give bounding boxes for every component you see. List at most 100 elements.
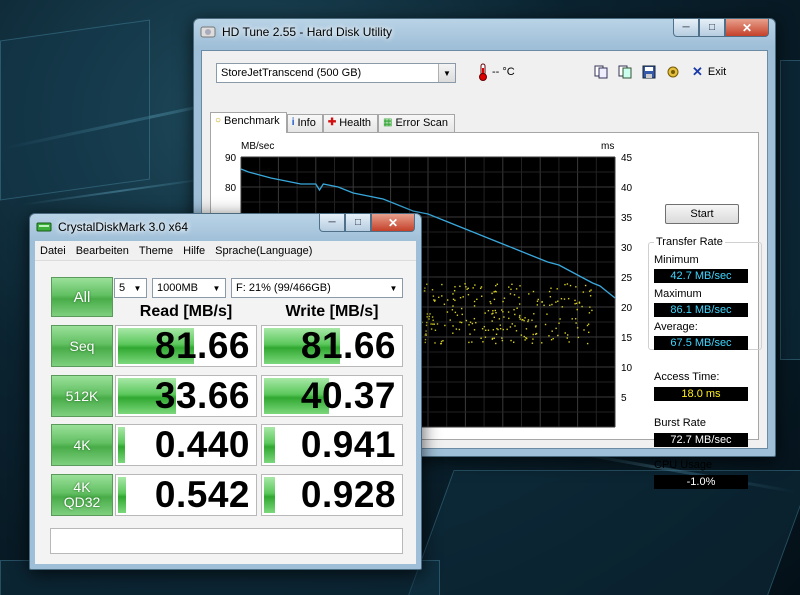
menu-theme[interactable]: Theme [134,245,178,257]
access-time-dot [525,328,528,330]
menu-bearbeiten[interactable]: Bearbeiten [71,245,134,257]
options-icon[interactable] [664,63,682,81]
drive-select[interactable]: F: 21% (99/466GB) ▼ [231,278,403,298]
access-time-dot [495,284,497,287]
tab-health-label: Health [339,117,372,129]
access-time-dot [452,298,455,301]
access-time-dot [476,298,478,301]
access-time-dot [514,313,516,316]
test-button-2[interactable]: 4K [51,424,113,466]
tab-benchmark[interactable]: ○ Benchmark [210,112,287,133]
access-time-dot [485,329,487,332]
access-time-dot [566,283,569,285]
y-left-unit: MB/sec [241,141,274,152]
read-result-cell: 33.66 [115,375,257,417]
read-result-cell: 81.66 [115,325,257,367]
test-button-0[interactable]: Seq [51,325,113,367]
read-result-cell: 0.440 [115,424,257,466]
copy-image-icon[interactable] [616,63,634,81]
tab-error-scan[interactable]: ▦ Error Scan [378,114,456,133]
access-time-dot [492,329,495,331]
save-icon[interactable] [640,63,658,81]
access-time-dot [456,314,459,316]
access-time-dot [586,324,589,327]
cdm-minimize-button[interactable]: ─ [319,214,345,232]
drive-select[interactable]: StoreJetTranscend (500 GB) ▼ [216,63,456,83]
write-header: Write [MB/s] [285,303,379,320]
access-time-dot [468,324,470,326]
menu-hilfe[interactable]: Hilfe [178,245,210,257]
access-time-dot [509,293,512,295]
menu-sprache[interactable]: Sprache(Language) [210,245,317,257]
access-time-dot [462,296,464,298]
minimize-button[interactable]: ─ [673,19,699,37]
access-time-dot [493,337,495,339]
access-time-dot [429,313,431,315]
access-time-dot [475,321,477,324]
access-time-dot [576,308,578,311]
test-label: 4K [73,436,91,453]
access-time-dot [511,323,513,325]
cdm-maximize-button[interactable]: □ [345,214,371,232]
access-time-dot [424,334,426,336]
access-time-dot [444,324,446,327]
exit-button[interactable]: ✕ Exit [692,63,726,81]
access-time-dot [521,319,523,321]
access-time-dot [493,316,495,319]
maximize-button[interactable]: □ [699,19,725,37]
access-time-dot [452,293,454,295]
cdm-close-button[interactable]: ✕ [371,214,415,232]
chevron-down-icon[interactable]: ▼ [208,279,225,297]
chevron-down-icon[interactable]: ▼ [129,279,146,297]
size-select[interactable]: 1000MB ▼ [152,278,226,298]
access-time-dot [489,300,491,303]
start-button[interactable]: Start [665,204,739,224]
access-time-dot [481,328,484,330]
access-time-dot [467,293,470,296]
tab-info[interactable]: i Info [286,114,323,133]
access-time-dot [459,297,462,299]
access-time-dot [548,290,551,293]
all-button[interactable]: All [51,277,113,317]
access-time-dot [424,287,426,289]
chevron-down-icon[interactable]: ▼ [438,64,455,82]
write-result-cell: 0.928 [261,474,403,516]
read-result-bar [118,477,127,513]
passes-select[interactable]: 5 ▼ [114,278,147,298]
access-time-dot [433,300,436,302]
access-time-dot [546,313,548,315]
access-time-dot [574,303,576,305]
exit-label: Exit [707,66,727,78]
cpu-usage-label: CPU Usage [654,459,713,471]
access-time-dot [523,335,525,338]
tab-health[interactable]: ✚ Health [322,114,379,133]
close-button[interactable]: ✕ [725,19,769,37]
access-time-dot [473,305,476,307]
write-result-cell: 40.37 [261,375,403,417]
read-result-value: 0.542 [154,474,250,515]
access-time-dot [519,314,521,317]
access-time-dot [431,289,434,291]
menu-datei[interactable]: Datei [35,245,71,257]
access-time-dot [464,283,466,285]
access-time-dot [555,301,557,303]
comment-field[interactable] [50,528,403,554]
access-time-dot [532,290,535,293]
access-time-dot [589,295,592,297]
access-time-dot [502,311,504,313]
transfer-rate-title: Transfer Rate [654,236,725,248]
access-time-dot [495,342,497,345]
test-button-3[interactable]: 4K QD32 [51,474,113,516]
access-time-dot [438,296,440,299]
copy-text-icon[interactable] [592,63,610,81]
access-time-dot [432,319,434,321]
access-time-dot [446,311,449,313]
test-button-1[interactable]: 512K [51,375,113,417]
maximum-label: Maximum [654,288,702,300]
access-time-dot [474,284,476,286]
hdtune-app-icon [200,26,216,38]
access-time-dot [550,338,553,341]
chevron-down-icon[interactable]: ▼ [385,279,402,297]
access-time-dot [426,321,428,324]
maximum-value: 86.1 MB/sec [654,303,748,317]
